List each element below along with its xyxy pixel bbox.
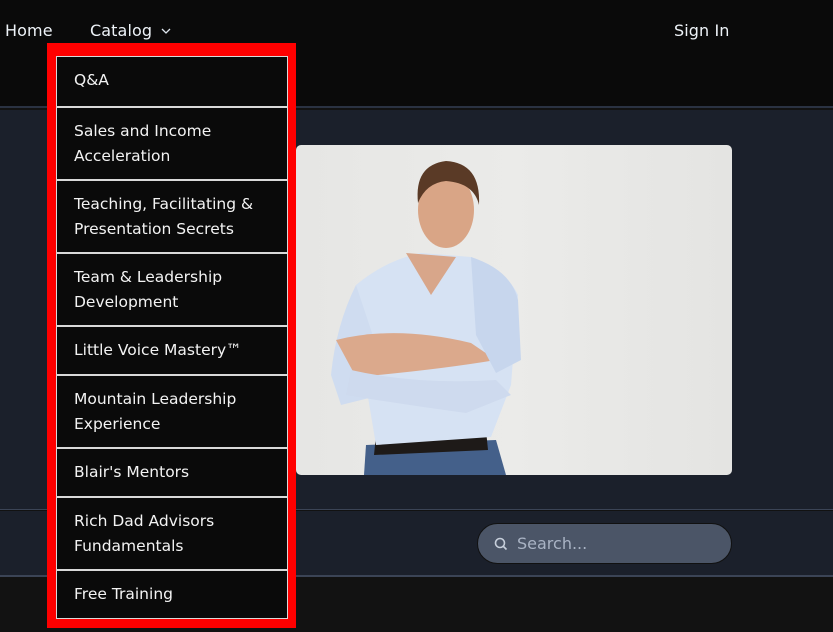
menu-item-mountain-leadership-experience[interactable]: Mountain Leadership Experience (57, 374, 287, 447)
menu-item-little-voice-mastery[interactable]: Little Voice Mastery™ (57, 325, 287, 374)
person-photo-illustration (331, 161, 521, 475)
search-input[interactable] (517, 534, 707, 553)
menu-item-blairs-mentors[interactable]: Blair's Mentors (57, 447, 287, 496)
menu-item-sales-income-acceleration[interactable]: Sales and Income Acceleration (57, 106, 287, 179)
menu-item-team-leadership-development[interactable]: Team & Leadership Development (57, 252, 287, 325)
catalog-dropdown-menu: Q&A Sales and Income Acceleration Teachi… (56, 56, 288, 619)
chevron-down-icon (161, 28, 171, 34)
menu-item-free-training[interactable]: Free Training (57, 569, 287, 618)
hero-image (296, 145, 732, 475)
search-icon (494, 537, 508, 550)
nav-home-link[interactable]: Home (5, 21, 53, 40)
nav-catalog-dropdown[interactable]: Catalog (90, 21, 172, 40)
sign-in-link[interactable]: Sign In (674, 21, 730, 40)
nav-catalog-label: Catalog (90, 21, 153, 40)
menu-item-rich-dad-advisors-fundamentals[interactable]: Rich Dad Advisors Fundamentals (57, 496, 287, 569)
search-field[interactable] (477, 523, 732, 564)
menu-item-teaching-presentation-secrets[interactable]: Teaching, Facilitating & Presentation Se… (57, 179, 287, 252)
menu-item-qa[interactable]: Q&A (57, 57, 287, 106)
